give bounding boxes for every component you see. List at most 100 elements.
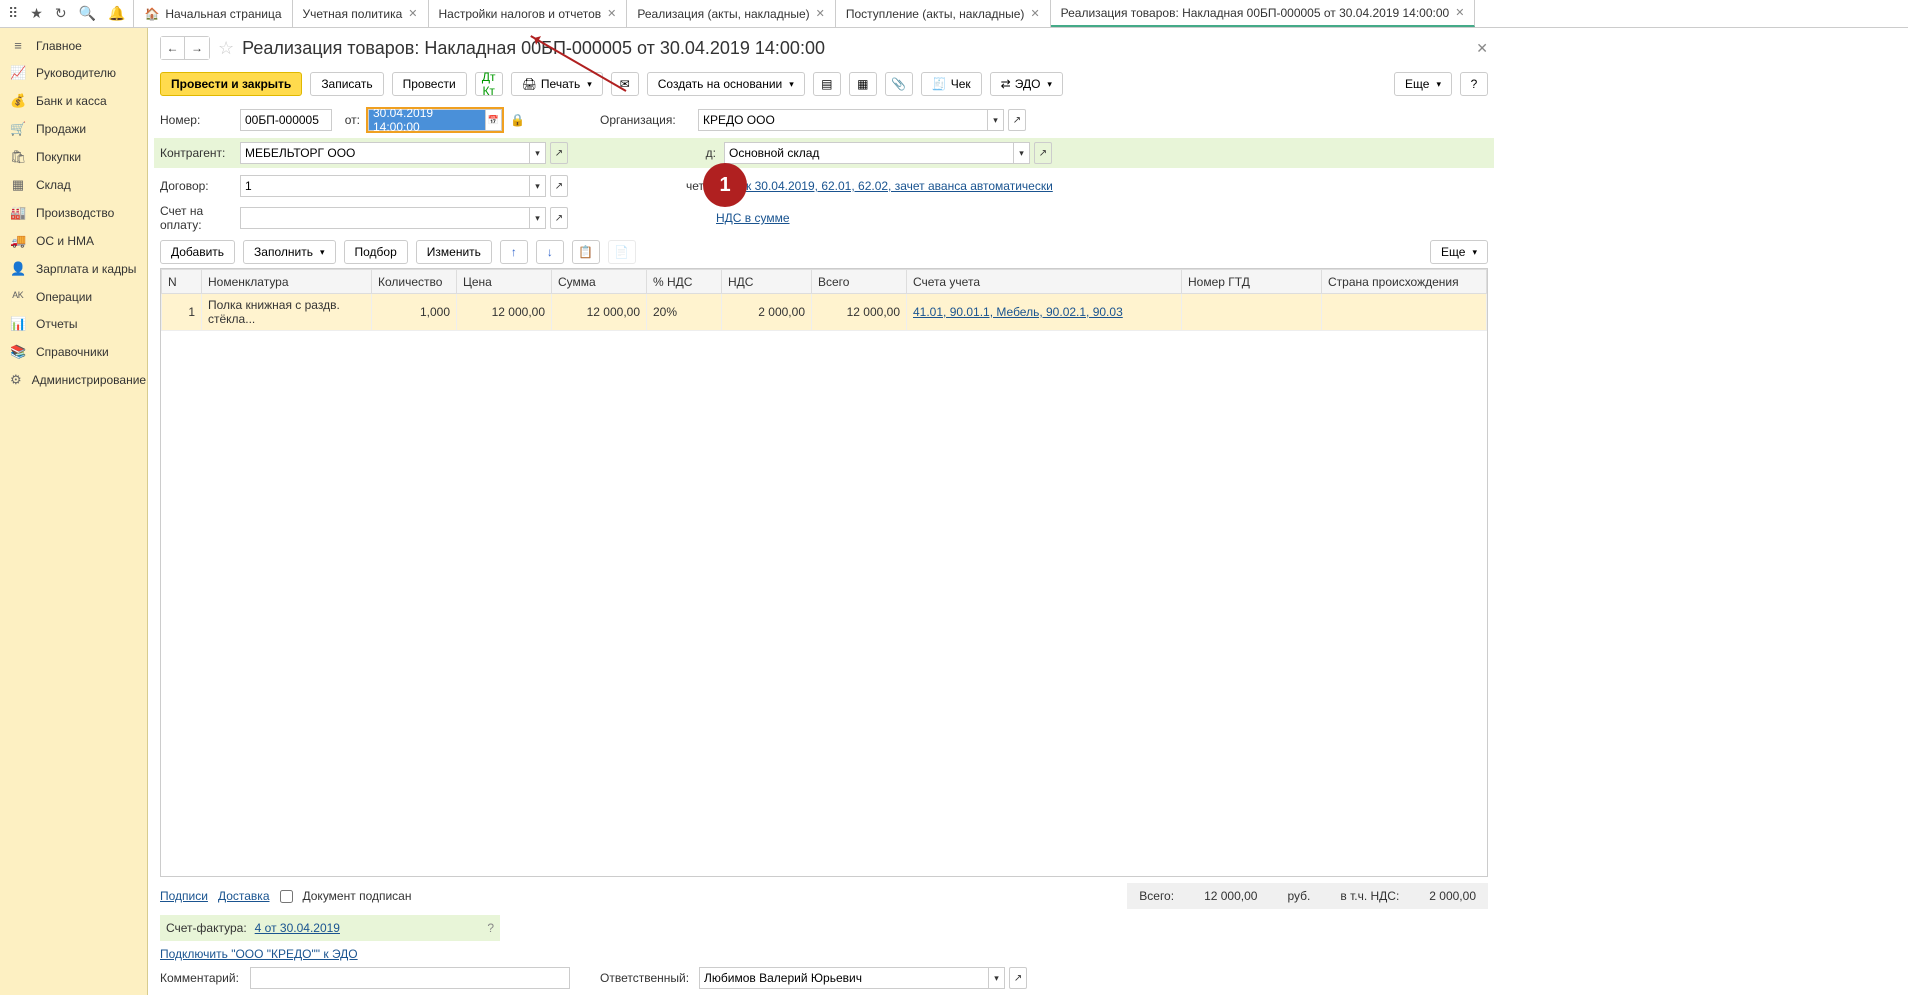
- open-icon[interactable]: ↗: [1008, 109, 1026, 131]
- sidebar-item-4[interactable]: 🛍Покупки: [0, 143, 147, 171]
- ctr-input[interactable]: [240, 142, 530, 164]
- attach-button[interactable]: 📎: [885, 72, 913, 96]
- sidebar-item-3[interactable]: 🛒Продажи: [0, 115, 147, 143]
- table-row[interactable]: 1Полка книжная с раздв. стёкла...1,00012…: [162, 294, 1487, 331]
- open-icon[interactable]: ↗: [550, 175, 568, 197]
- calendar-icon[interactable]: 📅: [486, 109, 502, 131]
- fill-button[interactable]: Заполнить: [243, 240, 335, 264]
- col-vat[interactable]: НДС: [722, 270, 812, 294]
- tab-receipts[interactable]: Поступление (акты, накладные)✕: [836, 0, 1051, 27]
- more-button[interactable]: Еще: [1394, 72, 1452, 96]
- report1-button[interactable]: ▤: [813, 72, 841, 96]
- tab-home[interactable]: 🏠Начальная страница: [134, 0, 292, 27]
- col-sum[interactable]: Сумма: [552, 270, 647, 294]
- sidebar-item-9[interactable]: ᴬᴷОперации: [0, 283, 147, 310]
- open-icon[interactable]: ↗: [550, 142, 568, 164]
- col-country[interactable]: Страна происхождения: [1322, 270, 1487, 294]
- sidebar-item-0[interactable]: ≡Главное: [0, 32, 147, 59]
- sidebar-icon: 📊: [10, 316, 26, 332]
- calc-link[interactable]: Срок 30.04.2019, 62.01, 62.02, зачет ава…: [724, 179, 1053, 193]
- check-button[interactable]: 🧾 Чек: [921, 72, 982, 96]
- col-price[interactable]: Цена: [457, 270, 552, 294]
- bell-icon[interactable]: 🔔: [108, 5, 125, 22]
- col-total[interactable]: Всего: [812, 270, 907, 294]
- col-vatrate[interactable]: % НДС: [647, 270, 722, 294]
- close-icon[interactable]: ✕: [408, 7, 417, 20]
- add-button[interactable]: Добавить: [160, 240, 235, 264]
- date-input[interactable]: 30.04.2019 14:00:00: [368, 109, 486, 131]
- up-button[interactable]: ↑: [500, 240, 528, 264]
- copy-button[interactable]: 📋: [572, 240, 600, 264]
- sidebar-item-8[interactable]: 👤Зарплата и кадры: [0, 255, 147, 283]
- post-button[interactable]: Провести: [392, 72, 467, 96]
- down-button[interactable]: ↓: [536, 240, 564, 264]
- edo-connect-link[interactable]: Подключить "ООО "КРЕДО"" к ЭДО: [160, 947, 358, 961]
- close-icon[interactable]: ✕: [816, 7, 825, 20]
- col-acc[interactable]: Счета учета: [907, 270, 1182, 294]
- invoice-input[interactable]: [240, 207, 530, 229]
- dropdown-icon[interactable]: ▾: [989, 967, 1005, 989]
- report2-button[interactable]: ▦: [849, 72, 877, 96]
- sidebar-item-11[interactable]: 📚Справочники: [0, 338, 147, 366]
- change-button[interactable]: Изменить: [416, 240, 492, 264]
- dtkt-button[interactable]: ДтКт: [475, 72, 503, 96]
- sidebar-item-1[interactable]: 📈Руководителю: [0, 59, 147, 87]
- sidebar-item-5[interactable]: ▦Склад: [0, 171, 147, 199]
- close-icon[interactable]: ✕: [1030, 7, 1039, 20]
- help-icon[interactable]: ?: [487, 921, 494, 935]
- lock-icon[interactable]: 🔒: [510, 113, 524, 127]
- tab-doc[interactable]: Реализация товаров: Накладная 00БП-00000…: [1051, 0, 1476, 27]
- sidebar-item-2[interactable]: 💰Банк и касса: [0, 87, 147, 115]
- col-n[interactable]: N: [162, 270, 202, 294]
- edo-button[interactable]: ⇄ ЭДО: [990, 72, 1063, 96]
- dropdown-icon[interactable]: ▾: [988, 109, 1004, 131]
- signed-checkbox[interactable]: [280, 890, 293, 903]
- sidebar-item-7[interactable]: 🚚ОС и НМА: [0, 227, 147, 255]
- sf-link[interactable]: 4 от 30.04.2019: [255, 921, 340, 935]
- col-gtd[interactable]: Номер ГТД: [1182, 270, 1322, 294]
- create-based-button[interactable]: Создать на основании: [647, 72, 805, 96]
- open-icon[interactable]: ↗: [1034, 142, 1052, 164]
- close-doc-button[interactable]: ✕: [1476, 40, 1488, 57]
- table-more-button[interactable]: Еще: [1430, 240, 1488, 264]
- apps-icon[interactable]: ⠿: [8, 5, 18, 22]
- post-close-button[interactable]: Провести и закрыть: [160, 72, 302, 96]
- write-button[interactable]: Записать: [310, 72, 383, 96]
- tab-policy[interactable]: Учетная политика✕: [293, 0, 429, 27]
- dropdown-icon[interactable]: ▾: [530, 207, 546, 229]
- forward-button[interactable]: →: [185, 37, 209, 59]
- star-icon[interactable]: ★: [30, 5, 43, 22]
- acc-link[interactable]: 41.01, 90.01.1, Мебель, 90.02.1, 90.03: [913, 305, 1123, 319]
- contract-input[interactable]: [240, 175, 530, 197]
- print-button[interactable]: 🖨 Печать: [511, 72, 603, 96]
- favorite-star-icon[interactable]: ☆: [218, 38, 234, 59]
- tab-sales[interactable]: Реализация (акты, накладные)✕: [627, 0, 835, 27]
- dropdown-icon[interactable]: ▾: [530, 175, 546, 197]
- org-input[interactable]: [698, 109, 988, 131]
- col-nom[interactable]: Номенклатура: [202, 270, 372, 294]
- delivery-link[interactable]: Доставка: [218, 889, 270, 903]
- sidebar-item-10[interactable]: 📊Отчеты: [0, 310, 147, 338]
- dropdown-icon[interactable]: ▾: [530, 142, 546, 164]
- tab-tax[interactable]: Настройки налогов и отчетов✕: [429, 0, 628, 27]
- sidebar-item-12[interactable]: ⚙Администрирование: [0, 366, 147, 394]
- dropdown-icon[interactable]: ▾: [1014, 142, 1030, 164]
- sign-link[interactable]: Подписи: [160, 889, 208, 903]
- select-button[interactable]: Подбор: [344, 240, 408, 264]
- resp-input[interactable]: [699, 967, 989, 989]
- help-button[interactable]: ?: [1460, 72, 1488, 96]
- close-icon[interactable]: ✕: [1455, 6, 1464, 19]
- back-button[interactable]: ←: [161, 37, 185, 59]
- close-icon[interactable]: ✕: [607, 7, 616, 20]
- number-input[interactable]: [240, 109, 332, 131]
- comment-input[interactable]: [250, 967, 570, 989]
- open-icon[interactable]: ↗: [1009, 967, 1027, 989]
- open-icon[interactable]: ↗: [550, 207, 568, 229]
- search-icon[interactable]: 🔍: [79, 5, 96, 22]
- wh-input[interactable]: [724, 142, 1014, 164]
- paste-button[interactable]: 📄: [608, 240, 636, 264]
- vat-link[interactable]: НДС в сумме: [716, 211, 790, 225]
- col-qty[interactable]: Количество: [372, 270, 457, 294]
- history-icon[interactable]: ↻: [55, 5, 67, 22]
- sidebar-item-6[interactable]: 🏭Производство: [0, 199, 147, 227]
